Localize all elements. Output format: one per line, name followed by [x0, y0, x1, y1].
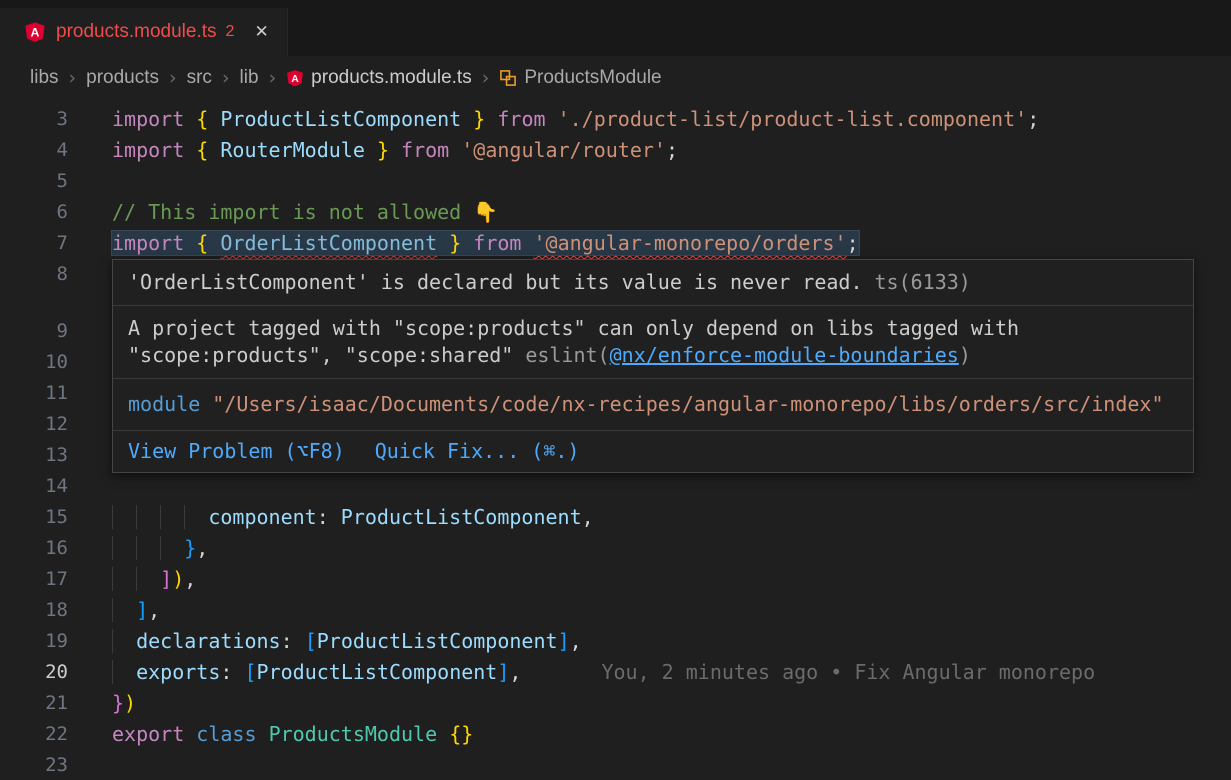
angular-icon: A: [24, 21, 46, 43]
quick-fix-action[interactable]: Quick Fix... (⌘.): [375, 438, 580, 465]
code-line-content[interactable]: import { RouterModule } from '@angular/r…: [68, 135, 1231, 166]
line-number[interactable]: 12: [0, 409, 68, 440]
breadcrumb-item-src[interactable]: src: [187, 67, 212, 89]
line-number[interactable]: 16: [0, 533, 68, 564]
hover-status-bar: View Problem (⌥F8) Quick Fix... (⌘.): [113, 431, 1193, 472]
eslint-rule-link[interactable]: @nx/enforce-module-boundaries: [610, 343, 959, 367]
code-line-21[interactable]: 21}): [0, 688, 1231, 719]
code-line-content[interactable]: component: ProductListComponent,: [68, 502, 1231, 533]
line-number[interactable]: 17: [0, 564, 68, 595]
code-line-3[interactable]: 3import { ProductListComponent } from '.…: [0, 104, 1231, 135]
breadcrumb-separator: ›: [222, 67, 230, 89]
line-number[interactable]: 8: [0, 259, 68, 290]
code-line-content[interactable]: ],: [68, 595, 1231, 626]
code-line-18[interactable]: 18 ],: [0, 595, 1231, 626]
breadcrumb-item-products[interactable]: products: [86, 67, 159, 89]
breadcrumb-separator: ›: [269, 67, 277, 89]
svg-text:A: A: [31, 26, 40, 40]
module-path: "/Users/isaac/Documents/code/nx-recipes/…: [212, 392, 1163, 416]
breadcrumb-item-lib[interactable]: lib: [240, 67, 259, 89]
line-number[interactable]: 18: [0, 595, 68, 626]
code-line-17[interactable]: 17 ]),: [0, 564, 1231, 595]
tab-title: products.module.ts: [56, 21, 217, 43]
problem-hover-popup: 'OrderListComponent' is declared but its…: [112, 259, 1194, 473]
code-line-22[interactable]: 22export class ProductsModule {}: [0, 719, 1231, 750]
line-number[interactable]: 13: [0, 440, 68, 471]
breadcrumb-label: lib: [240, 67, 259, 89]
code-line-5[interactable]: 5: [0, 166, 1231, 197]
breadcrumb-label: libs: [30, 67, 59, 89]
hover-range-highlight: import { OrderListComponent } from '@ang…: [112, 231, 859, 255]
ts-diagnostic-source: ts(6133): [875, 270, 971, 294]
breadcrumb-separator: ›: [169, 67, 177, 89]
code-line-content[interactable]: exports: [ProductListComponent],You, 2 m…: [68, 657, 1231, 688]
eslint-source-prefix: eslint(: [525, 343, 609, 367]
line-number[interactable]: 6: [0, 197, 68, 228]
code-line-content[interactable]: [68, 750, 1231, 780]
hover-module-info: module "/Users/isaac/Documents/code/nx-re…: [113, 379, 1193, 431]
line-number[interactable]: 20: [0, 657, 68, 688]
breadcrumb-label: src: [187, 67, 212, 89]
code-line-content[interactable]: // This import is not allowed 👇: [68, 197, 1231, 228]
hover-eslint-diagnostic: A project tagged with "scope:products" c…: [113, 306, 1193, 379]
code-line-content[interactable]: },: [68, 533, 1231, 564]
close-icon[interactable]: ✕: [254, 22, 268, 42]
code-line-content[interactable]: [68, 471, 1231, 502]
breadcrumb-label: products.module.ts: [311, 67, 472, 89]
code-line-19[interactable]: 19 declarations: [ProductListComponent],: [0, 626, 1231, 657]
code-line-6[interactable]: 6// This import is not allowed 👇: [0, 197, 1231, 228]
code-line-content[interactable]: declarations: [ProductListComponent],: [68, 626, 1231, 657]
git-blame-annotation: You, 2 minutes ago • Fix Angular monorep…: [601, 660, 1095, 684]
line-number[interactable]: 11: [0, 378, 68, 409]
line-number[interactable]: 14: [0, 471, 68, 502]
breadcrumb-item-products-module-ts[interactable]: Aproducts.module.ts: [286, 67, 472, 89]
vscode-window: A products.module.ts 2 ✕ libs › products › s…: [0, 0, 1231, 780]
code-editor[interactable]: 3import { ProductListComponent } from '.…: [0, 100, 1231, 780]
hover-ts-diagnostic: 'OrderListComponent' is declared but its…: [113, 260, 1193, 306]
angular-icon: A: [286, 69, 304, 87]
code-line-content[interactable]: export class ProductsModule {}: [68, 719, 1231, 750]
code-line-4[interactable]: 4import { RouterModule } from '@angular/…: [0, 135, 1231, 166]
breadcrumb-label: ProductsModule: [524, 67, 661, 89]
tab-products-module-ts[interactable]: A products.module.ts 2 ✕: [0, 8, 288, 56]
code-line-23[interactable]: 23: [0, 750, 1231, 780]
eslint-source-suffix: ): [959, 343, 971, 367]
svg-text:A: A: [292, 74, 300, 85]
line-number[interactable]: 21: [0, 688, 68, 719]
breadcrumb-separator: ›: [69, 67, 77, 89]
line-number[interactable]: 3: [0, 104, 68, 135]
tab-problems-badge: 2: [226, 23, 235, 41]
view-problem-action[interactable]: View Problem (⌥F8): [128, 438, 345, 465]
line-number[interactable]: 4: [0, 135, 68, 166]
breadcrumb-label: products: [86, 67, 159, 89]
code-line-content[interactable]: import { ProductListComponent } from './…: [68, 104, 1231, 135]
breadcrumb: libs › products › src › lib › Aproducts.module.t…: [0, 56, 1231, 100]
line-number[interactable]: 15: [0, 502, 68, 533]
code-line-15[interactable]: 15 component: ProductListComponent,: [0, 502, 1231, 533]
code-line-content[interactable]: [68, 166, 1231, 197]
tab-bar: A products.module.ts 2 ✕: [0, 0, 1231, 56]
code-line-content[interactable]: ]),: [68, 564, 1231, 595]
breadcrumb-separator: ›: [482, 67, 490, 89]
line-number[interactable]: 19: [0, 626, 68, 657]
code-line-16[interactable]: 16 },: [0, 533, 1231, 564]
code-line-20[interactable]: 20 exports: [ProductListComponent],You, …: [0, 657, 1231, 688]
code-line-content[interactable]: import { OrderListComponent } from '@ang…: [68, 228, 1231, 259]
line-number[interactable]: 23: [0, 750, 68, 780]
line-number[interactable]: 10: [0, 347, 68, 378]
breadcrumb-item-productsmodule[interactable]: ProductsModule: [499, 67, 661, 89]
ts-diagnostic-message: 'OrderListComponent' is declared but its…: [128, 270, 863, 294]
line-number[interactable]: 5: [0, 166, 68, 197]
class-symbol-icon: [499, 69, 517, 87]
breadcrumb-item-libs[interactable]: libs: [30, 67, 59, 89]
line-number[interactable]: 7: [0, 228, 68, 259]
module-keyword: module: [128, 392, 200, 416]
line-number[interactable]: 22: [0, 719, 68, 750]
code-line-content[interactable]: }): [68, 688, 1231, 719]
line-number[interactable]: 9: [0, 316, 68, 347]
code-line-14[interactable]: 14: [0, 471, 1231, 502]
code-line-7[interactable]: 7 import { OrderListComponent } from '@an…: [0, 228, 1231, 259]
